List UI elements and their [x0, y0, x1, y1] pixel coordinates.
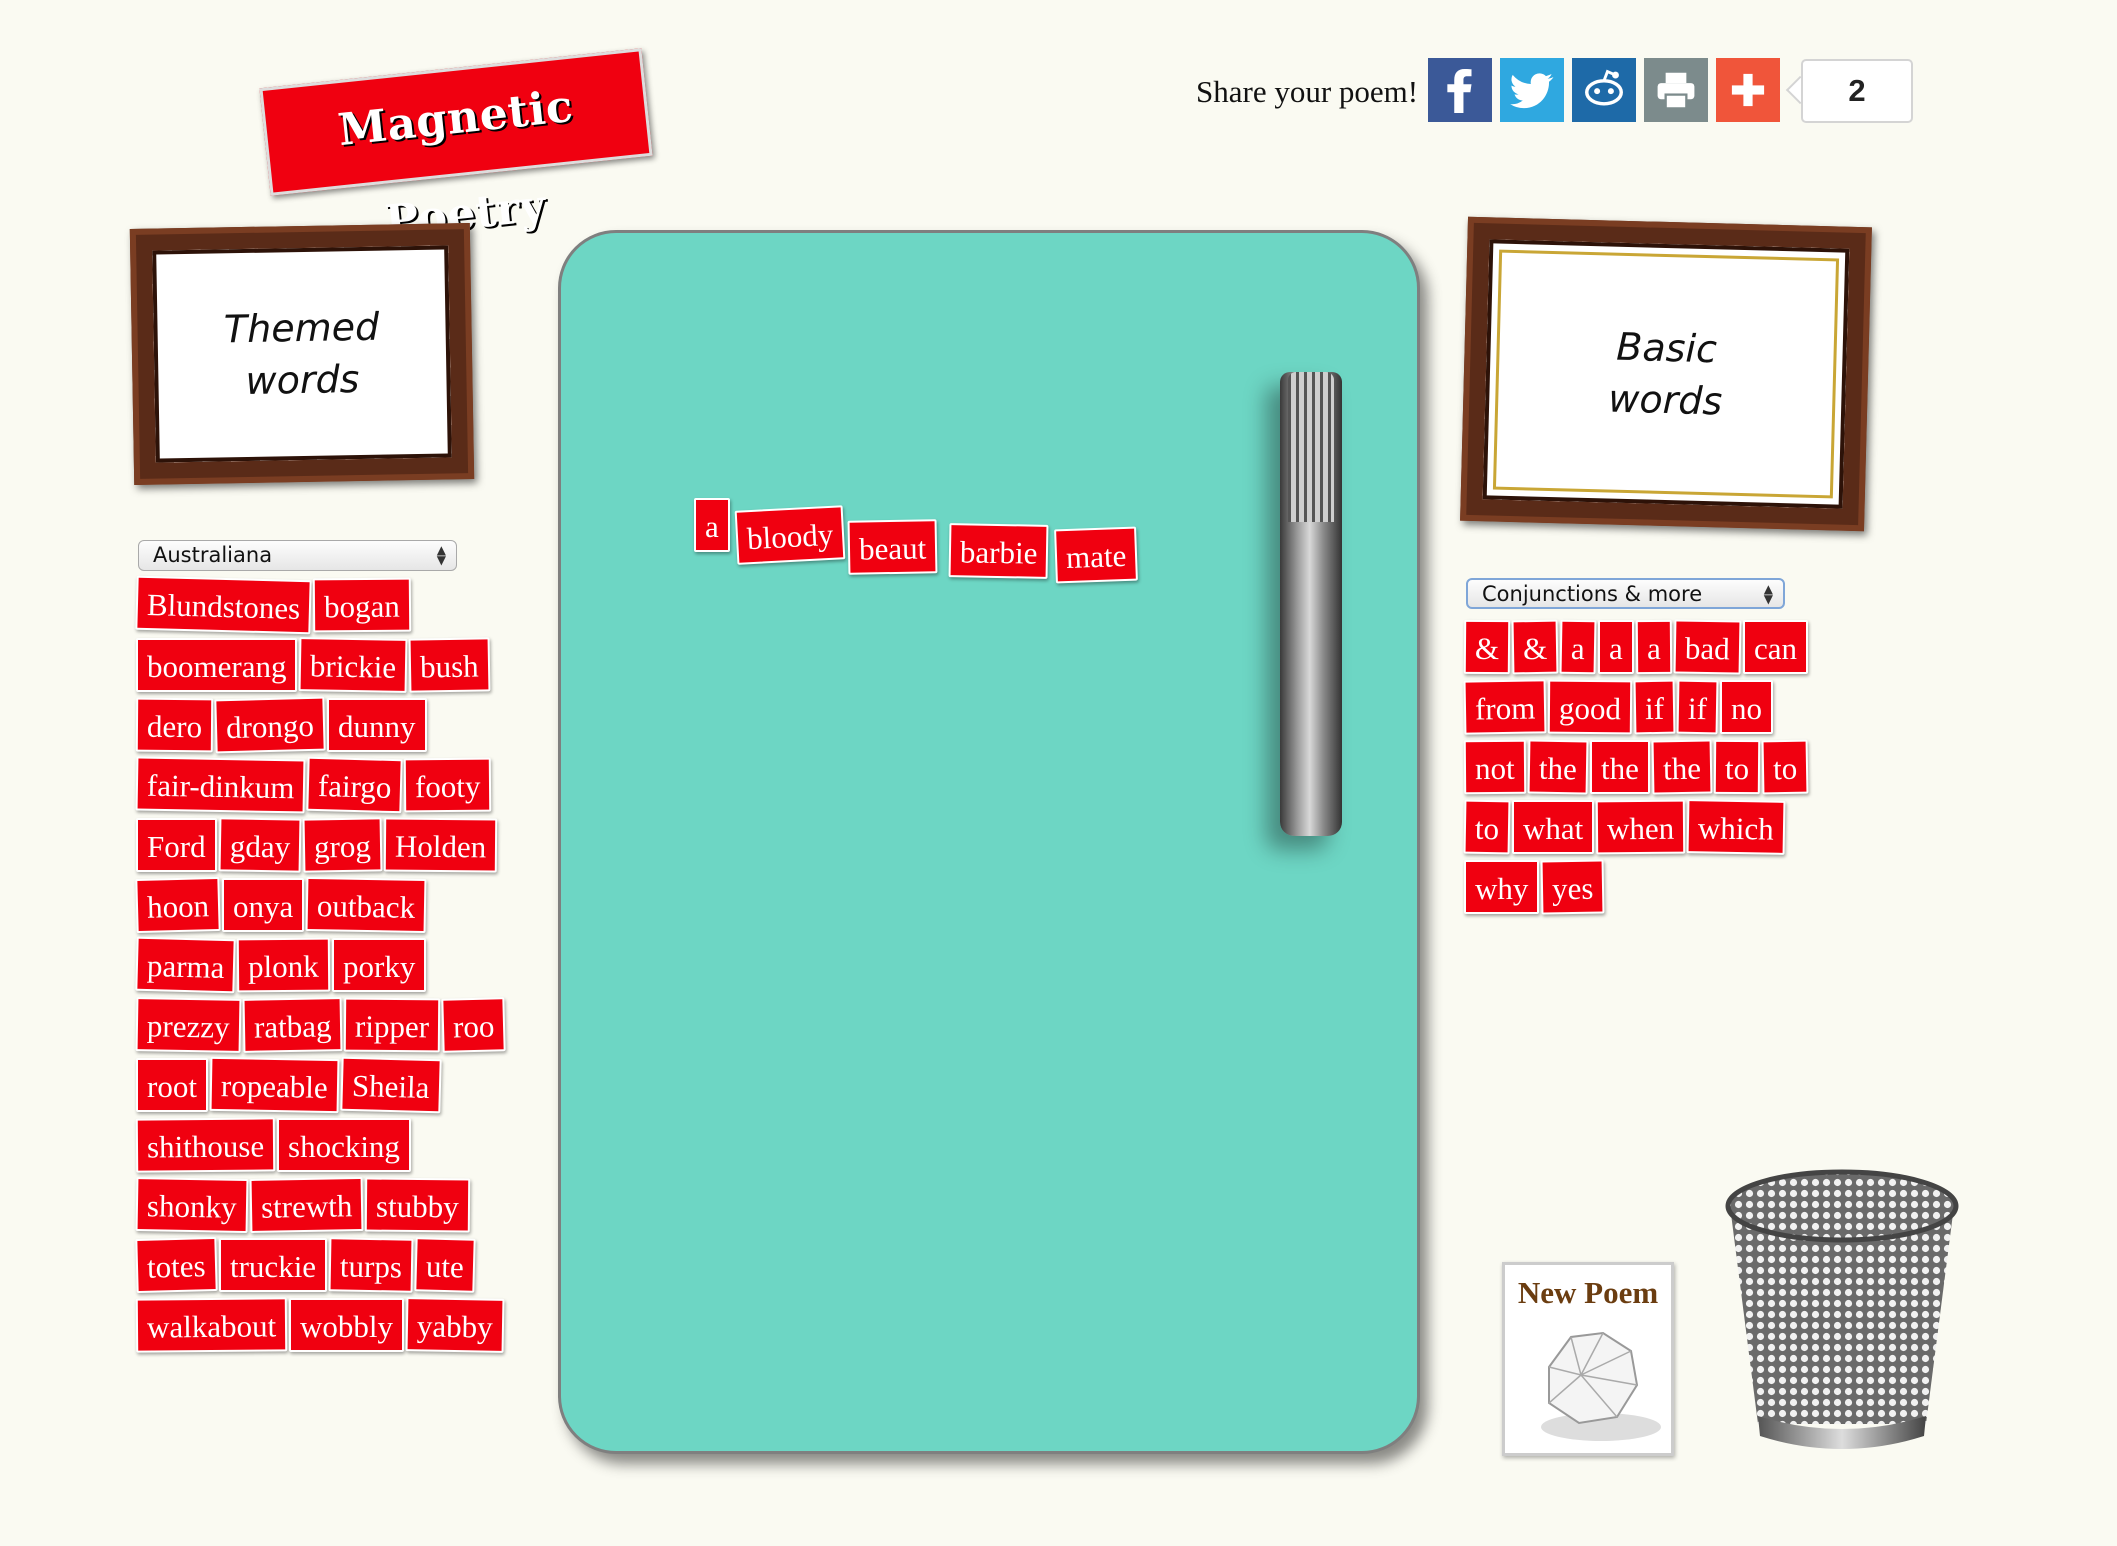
word-tile[interactable]: not — [1463, 739, 1526, 795]
facebook-share-button[interactable] — [1428, 58, 1492, 122]
word-tile[interactable]: what — [1512, 800, 1595, 854]
word-tile[interactable]: strewth — [249, 1177, 364, 1233]
word-tile[interactable]: & — [1463, 619, 1511, 675]
new-poem-button[interactable]: New Poem — [1502, 1262, 1674, 1456]
word-tile[interactable]: stubby — [364, 1177, 470, 1233]
word-tile[interactable]: drongo — [214, 696, 326, 754]
board-word-tile[interactable]: barbie — [948, 523, 1049, 579]
basic-words-select[interactable]: Conjunctions & more ▲ ▼ — [1466, 578, 1785, 609]
word-tile[interactable]: a — [1598, 620, 1634, 674]
crumpled-paper-icon — [1541, 1331, 1661, 1441]
word-tile[interactable]: boomerang — [136, 638, 298, 692]
word-tile[interactable]: if — [1633, 679, 1676, 735]
select-arrows-icon: ▲ ▼ — [1763, 582, 1773, 606]
word-tile[interactable]: brickie — [298, 637, 408, 693]
reddit-icon — [1585, 69, 1623, 106]
themed-words-label: Themed words — [223, 304, 380, 403]
word-tile[interactable]: roo — [441, 997, 507, 1053]
word-tile[interactable]: to — [1713, 739, 1761, 795]
print-icon — [1657, 72, 1695, 110]
word-tile[interactable]: the — [1527, 739, 1589, 795]
share-count: 2 — [1801, 59, 1913, 123]
word-tile[interactable]: plonk — [236, 937, 330, 993]
twitter-share-button[interactable] — [1500, 58, 1564, 122]
word-tile[interactable]: good — [1547, 679, 1633, 735]
board-clip — [1280, 372, 1342, 836]
theme-select-value: Australiana — [153, 543, 273, 567]
word-tile[interactable]: a — [1559, 619, 1597, 675]
word-tile[interactable]: dero — [135, 697, 214, 753]
word-tile[interactable]: bush — [408, 637, 491, 693]
word-tile[interactable]: hoon — [135, 876, 221, 934]
word-tile[interactable]: yabby — [405, 1297, 505, 1353]
word-tile[interactable]: truckie — [219, 1238, 328, 1292]
basic-words-frame: Basic words — [1460, 216, 1872, 532]
word-tile[interactable]: ute — [414, 1237, 476, 1293]
word-tile[interactable]: Sheila — [340, 1056, 442, 1114]
word-tile[interactable]: bad — [1673, 619, 1742, 675]
word-tile[interactable]: wobbly — [289, 1298, 404, 1352]
word-tile[interactable]: ratbag — [242, 997, 343, 1053]
word-tile[interactable]: totes — [135, 1236, 218, 1294]
word-tile[interactable]: Ford — [136, 818, 217, 872]
logo: Magnetic Poetry — [259, 48, 653, 248]
reddit-share-button[interactable] — [1572, 58, 1636, 122]
new-poem-label: New Poem — [1517, 1275, 1659, 1310]
word-tile[interactable]: turps — [328, 1237, 414, 1293]
word-tile[interactable]: fair-dinkum — [135, 756, 306, 814]
word-tile[interactable]: a — [1635, 619, 1673, 675]
word-tile[interactable]: shithouse — [135, 1117, 276, 1173]
word-tile[interactable]: yes — [1540, 859, 1605, 915]
word-tile[interactable]: fairgo — [306, 756, 404, 814]
word-tile[interactable]: parma — [135, 936, 237, 994]
word-tile[interactable]: footy — [403, 757, 492, 813]
word-tile[interactable]: porky — [332, 938, 427, 992]
word-tile[interactable]: no — [1720, 680, 1773, 734]
word-tile[interactable]: gday — [218, 817, 302, 873]
word-tile[interactable]: dunny — [327, 698, 427, 752]
facebook-icon — [1447, 68, 1472, 113]
themed-words-frame: Themed words — [129, 223, 475, 485]
board-word-tile[interactable]: beaut — [847, 519, 938, 575]
word-tile[interactable]: grog — [302, 817, 383, 873]
word-tile[interactable]: from — [1463, 679, 1547, 735]
share-label: Share your poem! — [1196, 74, 1419, 109]
basic-select-value: Conjunctions & more — [1482, 582, 1703, 606]
word-tile[interactable]: ripper — [343, 997, 441, 1053]
word-tile[interactable]: & — [1511, 619, 1559, 675]
word-tile[interactable]: Blundstones — [135, 575, 312, 635]
word-tile[interactable]: walkabout — [135, 1297, 288, 1353]
word-tile[interactable]: prezzy — [135, 997, 242, 1053]
select-arrows-icon: ▲ ▼ — [436, 543, 446, 567]
twitter-icon — [1510, 73, 1554, 109]
word-tile[interactable]: root — [136, 1058, 208, 1112]
board-word-tile[interactable]: a — [694, 498, 730, 552]
print-share-button[interactable] — [1644, 58, 1708, 122]
word-tile[interactable]: why — [1464, 860, 1540, 914]
word-tile[interactable]: ropeable — [209, 1056, 340, 1114]
word-tile[interactable]: the — [1651, 739, 1713, 795]
trash-bin-icon[interactable] — [1722, 1166, 1962, 1456]
word-tile[interactable]: when — [1595, 799, 1686, 855]
more-share-button[interactable] — [1716, 58, 1780, 122]
word-tile[interactable]: shonky — [135, 1177, 249, 1233]
theme-select[interactable]: Australiana ▲ ▼ — [138, 540, 457, 571]
word-tile[interactable]: can — [1743, 620, 1809, 674]
board-word-tile[interactable]: bloody — [734, 505, 846, 565]
word-tile[interactable]: onya — [222, 878, 305, 932]
word-tile[interactable]: bogan — [312, 577, 411, 633]
plus-icon — [1731, 73, 1765, 107]
word-tile[interactable]: the — [1590, 740, 1650, 794]
word-tile[interactable]: to — [1463, 799, 1511, 855]
word-tile[interactable]: Holden — [383, 817, 498, 873]
word-tile[interactable]: shocking — [277, 1118, 411, 1172]
word-tile[interactable]: if — [1676, 679, 1719, 735]
word-tile[interactable]: outback — [305, 876, 427, 934]
board-word-tile[interactable]: mate — [1054, 526, 1139, 584]
basic-words-label: Basic words — [1607, 324, 1723, 424]
word-tile[interactable]: to — [1761, 739, 1809, 795]
word-tile[interactable]: which — [1686, 799, 1786, 855]
